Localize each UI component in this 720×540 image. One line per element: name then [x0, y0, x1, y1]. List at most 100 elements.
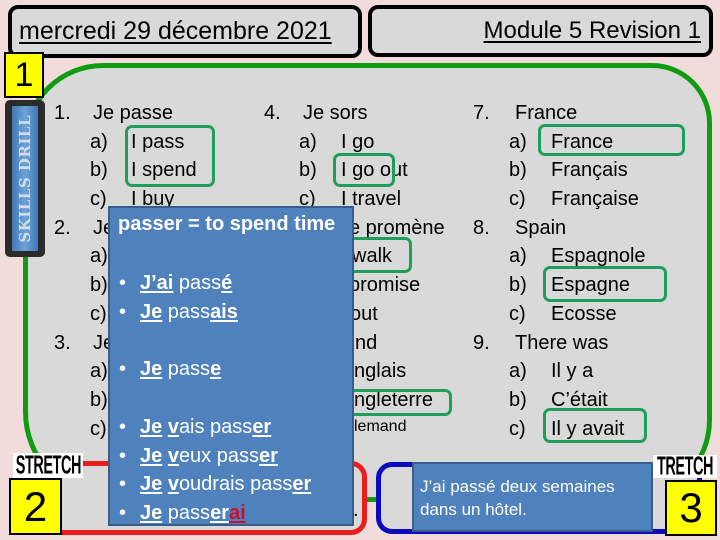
question-number: 9. [473, 332, 490, 354]
option-letter: a) [509, 245, 527, 267]
option-letter: a) [509, 131, 527, 153]
option-letter: c) [90, 418, 107, 440]
question-prompt: There was [515, 332, 609, 354]
option-letter: b) [90, 159, 108, 181]
answer-highlight-q8 [543, 266, 667, 302]
question-prompt: Spain [515, 217, 567, 239]
text-segment: J’ai [140, 272, 174, 294]
option-letter: b) [509, 159, 527, 181]
question-prompt: France [515, 102, 578, 124]
option-letter: b) [509, 274, 527, 296]
text-segment: ai [228, 502, 246, 524]
question-number: 1. [54, 102, 71, 124]
slide-title: Module 5 Revision 1 [483, 17, 701, 44]
option-text: Il y a [551, 360, 594, 382]
question-prompt: Je sors [303, 102, 368, 124]
answer-highlight-q1 [125, 125, 215, 187]
bullet-icon: • [119, 445, 127, 467]
grammar-info-box: passer = to spend time • J’ai passé • Je p… [108, 206, 354, 526]
title-header-box: Module 5 Revision 1 [368, 5, 713, 57]
stretch-logo-right: TRETCH [653, 455, 717, 478]
text-segment: Je [140, 416, 163, 438]
section-2-number-badge: 2 [9, 478, 62, 535]
option-letter: b) [90, 389, 108, 411]
answer-highlight-q7 [538, 124, 685, 156]
option-text-fragment: out [350, 303, 378, 325]
section-1-number-badge: 1 [4, 52, 44, 98]
question-number: 7. [473, 102, 490, 124]
answer-highlight-q9 [543, 408, 647, 443]
text-segment: er [259, 445, 278, 467]
question-number: 8. [473, 217, 490, 239]
option-letter: a) [299, 131, 317, 153]
option-letter: a) [90, 245, 108, 267]
bullet-icon: • [119, 301, 127, 323]
option-text: Française [551, 188, 639, 210]
bullet-text: J’ai passé [140, 269, 232, 298]
skills-drill-label: SKILLS DRILL [16, 114, 34, 243]
question-prompt: Je passe [93, 102, 174, 124]
answer-highlight-q4 [333, 153, 395, 187]
text-segment: Je [140, 502, 163, 524]
stretch-sentence: J’ai passé deux semaines dans un hôtel. [420, 477, 615, 519]
option-text-fragment: lemand [354, 418, 407, 435]
question-prompt-fragment: nd [355, 332, 378, 354]
grammar-box-title: passer = to spend time [118, 213, 336, 235]
section-3-number-badge: 3 [665, 480, 717, 536]
option-letter: a) [90, 131, 108, 153]
bullet-icon: • [119, 358, 127, 380]
text-segment: Je [140, 358, 163, 380]
stretch-label: TRETCH [656, 455, 714, 478]
text-segment: v [167, 445, 179, 467]
option-letter: b) [90, 274, 108, 296]
option-letter: c) [90, 188, 107, 210]
text-segment: pass [162, 301, 211, 323]
stretch-sentence-box: J’ai passé deux semaines dans un hôtel. [412, 462, 653, 532]
text-segment: v [167, 416, 179, 438]
option-letter: b) [299, 159, 317, 181]
bullet-icon: • [119, 272, 127, 294]
bullet-text: Je veux passer [140, 442, 278, 471]
skills-drill-strip: SKILLS DRILL [12, 106, 38, 251]
text-segment: ais [210, 301, 238, 323]
option-letter: c) [90, 303, 107, 325]
option-text: I go [341, 131, 375, 153]
question-number: 4. [264, 102, 281, 124]
text-segment: ais pass [178, 416, 253, 438]
bullet-text: Je passe [140, 355, 221, 384]
text-segment: pass [173, 272, 222, 294]
option-letter: a) [509, 360, 527, 382]
option-text-fragment: promise [349, 274, 421, 296]
text-segment: er [210, 502, 229, 524]
option-letter: b) [509, 389, 527, 411]
option-letter: a) [90, 360, 108, 382]
bullet-text: Je passerai [140, 499, 246, 528]
text-segment: pass [162, 502, 211, 524]
text-segment: e [210, 358, 222, 380]
text-segment: oudrais pass [178, 473, 293, 495]
question-number: 2. [54, 217, 71, 239]
text-segment: er [292, 473, 312, 495]
date-text: mercredi 29 décembre 2021 [19, 17, 332, 45]
option-text: Ecosse [551, 303, 617, 325]
bullet-icon: • [119, 473, 127, 495]
bullet-text: Je passais [140, 298, 238, 327]
option-text: Français [551, 159, 628, 181]
option-text-fragment: nglais [354, 360, 407, 382]
text-segment: eux pass [178, 445, 259, 467]
skills-drill-logo: SKILLS DRILL [5, 100, 45, 257]
text-segment: Je [140, 473, 163, 495]
option-letter: c) [509, 303, 526, 325]
stretch-label: STRETCH [15, 453, 81, 478]
text-segment: Je [140, 301, 163, 323]
text-segment: pass [162, 358, 211, 380]
text-segment: v [167, 473, 179, 495]
bullet-text: Je voudrais passer [140, 470, 311, 499]
question-number: 3. [54, 332, 71, 354]
text-segment: er [252, 416, 272, 438]
option-letter: c) [509, 188, 526, 210]
text-segment: é [221, 272, 233, 294]
date-header-box: mercredi 29 décembre 2021 [8, 5, 362, 58]
bullet-text: Je vais passer [140, 413, 271, 442]
stretch-logo-left: STRETCH [13, 453, 83, 478]
